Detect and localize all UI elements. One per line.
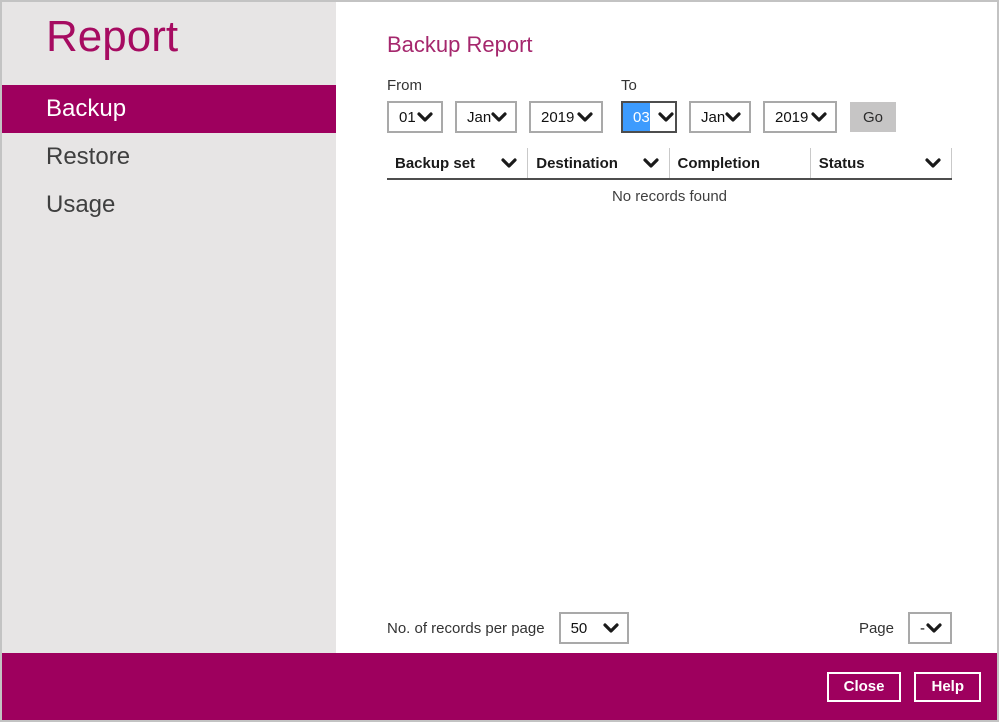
- page-label: Page: [859, 620, 894, 637]
- main-panel: Backup Report From 01 Jan: [336, 2, 997, 653]
- from-group: From 01 Jan: [387, 77, 603, 133]
- page-select[interactable]: -: [908, 612, 952, 644]
- chevron-down-icon: [417, 112, 433, 122]
- chevron-down-icon: [491, 112, 507, 122]
- sidebar: Report Backup Restore Usage: [2, 2, 336, 653]
- sidebar-item-usage[interactable]: Usage: [2, 181, 336, 229]
- chevron-down-icon: [501, 158, 521, 168]
- pagination-bar: No. of records per page 50 Page -: [387, 612, 952, 644]
- column-header-backup-set[interactable]: Backup set: [387, 148, 528, 178]
- to-label: To: [621, 77, 837, 94]
- content-area: Report Backup Restore Usage Backup Repor…: [2, 2, 997, 653]
- page-title: Backup Report: [387, 32, 952, 58]
- column-header-status[interactable]: Status: [811, 148, 952, 178]
- go-wrap: Go: [850, 77, 896, 133]
- close-button[interactable]: Close: [827, 672, 902, 702]
- records-per-page-value: 50: [571, 620, 603, 637]
- sidebar-item-restore[interactable]: Restore: [2, 133, 336, 181]
- report-table: Backup set Destination Completion: [387, 148, 952, 213]
- page-selector-group: Page -: [859, 612, 952, 644]
- sidebar-item-usage-label: Usage: [46, 191, 115, 219]
- report-window: Report Backup Restore Usage Backup Repor…: [0, 0, 999, 722]
- sidebar-title: Report: [2, 2, 336, 85]
- records-per-page-select[interactable]: 50: [559, 612, 629, 644]
- column-header-completion[interactable]: Completion: [670, 148, 811, 178]
- from-day-select[interactable]: 01: [387, 101, 443, 133]
- chevron-down-icon: [650, 112, 682, 122]
- to-year-select[interactable]: 2019: [763, 101, 837, 133]
- column-header-status-label: Status: [819, 155, 865, 172]
- chevron-down-icon: [725, 112, 741, 122]
- help-button[interactable]: Help: [914, 672, 981, 702]
- from-day-value: 01: [399, 109, 417, 126]
- from-select-row: 01 Jan 2019: [387, 101, 603, 133]
- to-year-value: 2019: [775, 109, 811, 126]
- to-group: To 03 Jan: [621, 77, 837, 133]
- to-select-row: 03 Jan 2019: [621, 101, 837, 133]
- go-button[interactable]: Go: [850, 102, 896, 132]
- to-day-select[interactable]: 03: [621, 101, 677, 133]
- sidebar-item-backup-label: Backup: [46, 95, 126, 123]
- chevron-down-icon: [926, 623, 942, 633]
- table-header-row: Backup set Destination Completion: [387, 148, 952, 180]
- from-month-select[interactable]: Jan: [455, 101, 517, 133]
- column-header-destination[interactable]: Destination: [528, 148, 669, 178]
- column-header-completion-label: Completion: [678, 155, 761, 172]
- to-month-value: Jan: [701, 109, 725, 126]
- from-year-value: 2019: [541, 109, 577, 126]
- to-day-value: 03: [623, 103, 650, 131]
- from-month-value: Jan: [467, 109, 491, 126]
- sidebar-item-restore-label: Restore: [46, 143, 130, 171]
- column-header-destination-label: Destination: [536, 155, 618, 172]
- records-per-page-label: No. of records per page: [387, 620, 545, 637]
- empty-state-message: No records found: [387, 180, 952, 213]
- from-year-select[interactable]: 2019: [529, 101, 603, 133]
- chevron-down-icon: [643, 158, 663, 168]
- date-filters: From 01 Jan: [387, 77, 952, 133]
- footer-bar: Close Help: [2, 653, 997, 720]
- chevron-down-icon: [925, 158, 945, 168]
- from-label: From: [387, 77, 603, 94]
- sidebar-item-backup[interactable]: Backup: [2, 85, 336, 133]
- column-header-backup-set-label: Backup set: [395, 155, 475, 172]
- chevron-down-icon: [577, 112, 593, 122]
- chevron-down-icon: [811, 112, 827, 122]
- to-month-select[interactable]: Jan: [689, 101, 751, 133]
- chevron-down-icon: [603, 623, 619, 633]
